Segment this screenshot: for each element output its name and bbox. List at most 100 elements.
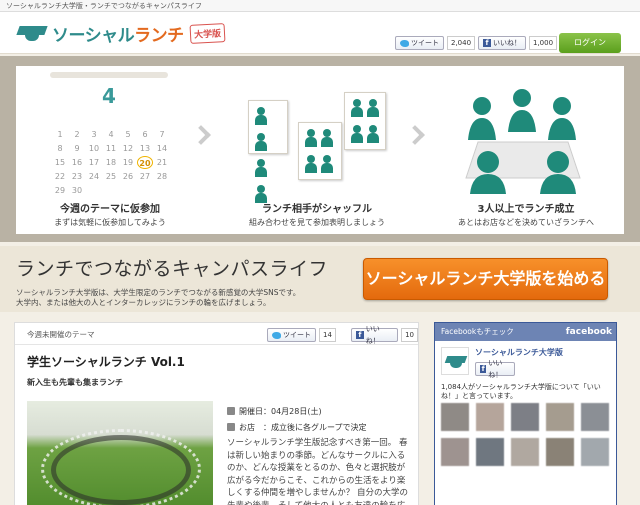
how-it-works-hero: 4 1 2 3 4 5 6 7 8 9 10 11 12 13 14 15 16 17 18 19 20 21 22 23 2… xyxy=(0,56,640,242)
calendar-day: 19 xyxy=(122,158,134,167)
person-icon xyxy=(367,99,379,117)
graduation-cap-icon xyxy=(16,22,48,44)
fan-avatar[interactable] xyxy=(476,438,504,466)
person-icon xyxy=(351,125,363,143)
calendar-day: 8 xyxy=(57,144,63,153)
people-card-3 xyxy=(344,92,386,150)
event-info: 開催日：04月28日(土) お店 ：成立後に各グループで決定 xyxy=(227,403,367,435)
calendar-day: 13 xyxy=(139,144,151,153)
theme-tweet-button[interactable]: ツイート xyxy=(267,328,316,342)
event-place: お店 ：成立後に各グループで決定 xyxy=(227,419,367,435)
like-button[interactable]: f いいね！ xyxy=(478,36,526,50)
person-icon xyxy=(255,159,267,177)
step-3-subtitle: あとはお店などを決めていざランチへ xyxy=(458,218,594,227)
calendar-day xyxy=(69,114,85,127)
facebook-widget-header: Facebookもチェック facebook xyxy=(435,323,616,341)
step-3: 3人以上でランチ成立 あとはお店などを決めていざランチへ xyxy=(436,200,616,228)
login-button[interactable]: ログイン xyxy=(559,33,621,53)
calendar-day: 23 xyxy=(71,172,83,181)
fan-avatar[interactable] xyxy=(546,438,574,466)
person-icon xyxy=(367,125,379,143)
step-2-subtitle: 組み合わせを見て参加表明しましょう xyxy=(249,218,385,227)
facebook-f-icon: f xyxy=(480,365,487,373)
person-icon xyxy=(305,155,317,173)
step-2-title: ランチ相手がシャッフル xyxy=(262,204,372,215)
theme-tweet-count: 14 xyxy=(319,328,336,342)
person-icon xyxy=(255,107,267,125)
calendar-day: 21 xyxy=(156,158,168,167)
chevron-right-icon xyxy=(405,125,425,145)
calendar-grid: 1 2 3 4 5 6 7 8 9 10 11 12 13 14 15 16 17 18 19 20 21 22 23 24 2… xyxy=(52,114,168,197)
calendar-illustration: 4 1 2 3 4 5 6 7 8 9 10 11 12 13 14 15 16 17 18 19 20 21 22 23 2… xyxy=(50,72,168,196)
facebook-like-button[interactable]: f いいね！ xyxy=(475,359,515,379)
article-title[interactable]: 学生ソーシャルランチ Vol.1 xyxy=(27,353,185,370)
calendar-day: 4 xyxy=(108,130,114,139)
calendar-day: 9 xyxy=(74,144,80,153)
fan-avatar[interactable] xyxy=(511,438,539,466)
facebook-fans xyxy=(441,403,609,466)
fan-avatar[interactable] xyxy=(581,403,609,431)
site-logo[interactable]: ソーシャルランチ 大学版 xyxy=(16,20,226,46)
calendar-day: 6 xyxy=(142,130,148,139)
facebook-f-icon: f xyxy=(356,331,364,339)
lunch-table-illustration xyxy=(465,89,581,194)
calendar-month: 4 xyxy=(102,84,116,108)
article-subtitle: 新入生も先輩も集まランチ xyxy=(27,378,123,387)
facebook-like-count: 1,084人がソーシャルランチ大学版について「いいね！」と言っています。 xyxy=(441,383,601,400)
calendar-day xyxy=(137,114,153,127)
page-thumbnail[interactable] xyxy=(441,347,469,375)
step-2: ランチ相手がシャッフル 組み合わせを見て参加表明しましょう xyxy=(228,200,406,228)
facebook-logo: facebook xyxy=(565,327,612,337)
calendar-day: 10 xyxy=(88,144,100,153)
calendar-day xyxy=(154,114,170,127)
intro-description: ソーシャルランチ大学版は、大学生限定のランチでつながる新感覚の大学SNSです。 … xyxy=(16,288,301,307)
fan-avatar[interactable] xyxy=(441,403,469,431)
lunch-photo xyxy=(27,401,213,505)
like-count: 1,000 xyxy=(529,36,558,50)
calendar-day: 14 xyxy=(156,144,168,153)
fan-avatar[interactable] xyxy=(581,438,609,466)
intro-band: ランチでつながるキャンパスライフ ソーシャルランチ大学版は、大学生限定のランチで… xyxy=(0,246,640,312)
calendar-day: 24 xyxy=(88,172,100,181)
calendar-day xyxy=(52,114,68,127)
calendar-day: 27 xyxy=(139,172,151,181)
people-card-2 xyxy=(298,122,342,180)
calendar-day: 16 xyxy=(71,158,83,167)
fan-avatar[interactable] xyxy=(511,403,539,431)
tweet-button[interactable]: ツイート xyxy=(395,36,444,50)
theme-like-button[interactable]: f いいね！ xyxy=(351,325,399,345)
theme-like-group: f いいね！ 10 xyxy=(351,325,418,345)
start-button[interactable]: ソーシャルランチ大学版を始める xyxy=(363,258,608,300)
page-title: ランチでつながるキャンパスライフ xyxy=(16,258,329,280)
calendar-day: 26 xyxy=(122,172,134,181)
theme-tweet-group: ツイート 14 xyxy=(267,328,336,342)
tweet-count: 2,040 xyxy=(447,36,476,50)
calendar-icon xyxy=(227,407,235,415)
calendar-day: 1 xyxy=(57,130,63,139)
person-icon xyxy=(255,133,267,151)
fan-avatar[interactable] xyxy=(441,438,469,466)
calendar-day: 15 xyxy=(54,158,66,167)
calendar-day: 12 xyxy=(122,144,134,153)
person-icon xyxy=(321,155,333,173)
hero-panel: 4 1 2 3 4 5 6 7 8 9 10 11 12 13 14 15 16 17 18 19 20 21 22 23 2… xyxy=(16,66,624,234)
chevron-right-icon xyxy=(191,125,211,145)
calendar-day: 2 xyxy=(74,130,80,139)
fan-avatar[interactable] xyxy=(476,403,504,431)
event-date: 開催日：04月28日(土) xyxy=(227,403,367,419)
calendar-day: 29 xyxy=(54,186,66,195)
calendar-day xyxy=(120,114,136,127)
facebook-page-info: ソーシャルランチ大学版 f いいね！ xyxy=(441,347,563,379)
header-like-group: f いいね！ 1,000 xyxy=(478,36,558,50)
twitter-bird-icon xyxy=(400,39,409,47)
step-1-subtitle: まずは気軽に仮参加してみよう xyxy=(54,218,166,227)
calendar-day xyxy=(103,114,119,127)
theme-section-label: 今週未開催のテーマ xyxy=(27,330,95,339)
logo-text: ソーシャルランチ xyxy=(52,25,184,46)
step-1: 今週のテーマに仮参加 まずは気軽に仮参加してみよう xyxy=(22,200,198,228)
calendar-day: 18 xyxy=(105,158,117,167)
header-tweet-group: ツイート 2,040 xyxy=(395,36,476,50)
facebook-f-icon: f xyxy=(483,39,491,47)
fan-avatar[interactable] xyxy=(546,403,574,431)
person-icon xyxy=(321,129,333,147)
